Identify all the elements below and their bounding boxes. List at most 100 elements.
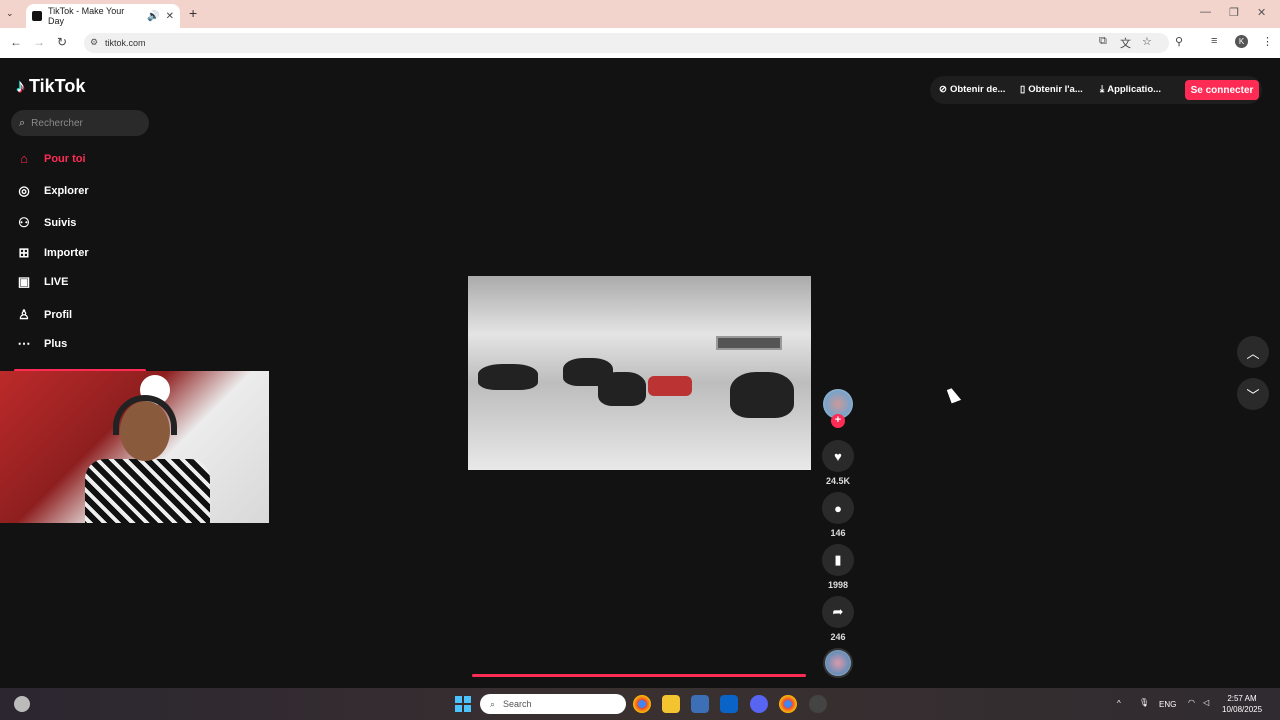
like-button[interactable]: ♥: [822, 440, 854, 472]
obs-icon[interactable]: [809, 695, 827, 713]
microphone-icon[interactable]: 🎙: [1139, 698, 1149, 707]
forward-icon[interactable]: →: [33, 35, 45, 49]
minimize-icon[interactable]: —: [1200, 6, 1211, 18]
tiktok-note-icon: ♪: [16, 76, 25, 96]
volume-icon[interactable]: ◁: [1203, 698, 1209, 707]
sidebar-item-label: Plus: [44, 338, 68, 350]
video-frame-detail: [478, 364, 538, 390]
share-arrow-icon: ➦: [832, 604, 844, 619]
home-icon: ⌂: [20, 151, 28, 166]
site-info-icon[interactable]: ⚙: [90, 37, 98, 48]
start-button[interactable]: [455, 696, 471, 712]
search-placeholder: Rechercher: [31, 117, 83, 129]
bookmark-star-icon[interactable]: ☆: [1142, 35, 1152, 48]
sidebar-item-plus[interactable]: ⋯ Plus: [16, 336, 68, 352]
follow-plus-icon[interactable]: +: [831, 414, 845, 428]
browser-tab[interactable]: TikTok - Make Your Day 🔊 ✕: [26, 4, 180, 28]
video-player[interactable]: [468, 276, 811, 470]
tab-close-icon[interactable]: ✕: [166, 11, 174, 22]
headset-icon: [113, 395, 177, 435]
sidebar-item-live[interactable]: ▣ LIVE: [16, 274, 69, 290]
upload-icon: ⊞: [18, 245, 30, 260]
search-icon: ⌕: [490, 698, 496, 709]
share-count: 246: [830, 632, 846, 642]
tiktok-favicon-icon: [32, 11, 42, 21]
comment-icon: ●: [834, 500, 842, 516]
extensions-icon[interactable]: ⚲: [1175, 35, 1183, 48]
windows-logo-icon: [455, 696, 462, 703]
download-app-label: Applicatio...: [1107, 84, 1162, 95]
chevron-down-icon: ﹀: [1246, 387, 1260, 403]
profile-icon: ♙: [18, 307, 30, 322]
tray-chevron-icon[interactable]: ^: [1117, 699, 1121, 708]
get-coins-button[interactable]: ⊘ Obtenir de...: [939, 84, 1005, 95]
save-count: 1998: [827, 580, 849, 590]
comment-count: 146: [830, 528, 846, 538]
download-icon: ⤓: [1100, 84, 1105, 95]
sidebar-item-importer[interactable]: ⊞ Importer: [16, 245, 89, 261]
get-coins-label: Obtenir de...: [949, 84, 1006, 95]
sidebar-item-label: Explorer: [44, 185, 89, 197]
sidebar-item-pour-toi[interactable]: ⌂ Pour toi: [16, 151, 86, 166]
back-icon[interactable]: ←: [10, 35, 22, 49]
chrome-active-icon[interactable]: [779, 695, 797, 713]
weather-widget-icon[interactable]: [14, 696, 30, 712]
get-app-label: Obtenir l'a...: [1028, 84, 1083, 95]
maximize-icon[interactable]: ❐: [1229, 6, 1239, 19]
outlook-icon[interactable]: [720, 695, 738, 713]
get-app-button[interactable]: ▯ Obtenir l'a...: [1020, 84, 1083, 95]
reload-icon[interactable]: ↻: [57, 35, 67, 49]
webcam-overlay: [0, 371, 269, 523]
translate-icon[interactable]: 文: [1120, 35, 1131, 51]
bookmark-icon: ▮: [834, 552, 842, 567]
system-clock[interactable]: 2:57 AM 10/08/2025: [1222, 693, 1262, 715]
media-controls-icon[interactable]: ≡: [1211, 35, 1217, 47]
tiktok-logo[interactable]: ♪ TikTok: [16, 76, 85, 97]
download-app-button[interactable]: ⤓ Applicatio...: [1100, 84, 1161, 95]
install-app-icon[interactable]: ⧉: [1099, 35, 1107, 48]
taskbar-search-placeholder: Search: [503, 699, 532, 709]
taskbar-search[interactable]: ⌕ Search: [480, 694, 626, 714]
file-explorer-icon[interactable]: [662, 695, 680, 713]
like-count: 24.5K: [825, 476, 851, 486]
url-text: tiktok.com: [105, 38, 146, 48]
sidebar-item-label: LIVE: [44, 276, 69, 288]
chevron-up-icon: ︿: [1246, 345, 1260, 361]
sidebar-item-suivis[interactable]: ⚇ Suivis: [16, 215, 76, 231]
following-icon: ⚇: [18, 215, 30, 230]
wifi-icon[interactable]: ◠: [1188, 698, 1195, 707]
speaker-icon[interactable]: 🔊: [147, 11, 159, 22]
language-indicator[interactable]: ENG: [1159, 700, 1176, 709]
search-icon: ⌕: [19, 116, 26, 129]
coin-icon: ⊘: [939, 84, 947, 95]
sidebar-item-explorer[interactable]: ◎ Explorer: [16, 183, 89, 199]
next-video-button[interactable]: ﹀: [1237, 378, 1269, 410]
previous-video-button[interactable]: ︿: [1237, 336, 1269, 368]
clock-date: 10/08/2025: [1222, 705, 1263, 714]
video-frame-detail: [730, 372, 794, 418]
save-button[interactable]: ▮: [822, 544, 854, 576]
chrome-app-icon[interactable]: [633, 695, 651, 713]
music-disc-avatar[interactable]: [823, 648, 853, 678]
comment-button[interactable]: ●: [822, 492, 854, 524]
sidebar-item-profil[interactable]: ♙ Profil: [16, 307, 72, 323]
profile-avatar[interactable]: K: [1235, 35, 1248, 48]
tab-title: TikTok - Make Your Day: [48, 6, 125, 26]
sidebar-item-label: Pour toi: [44, 152, 86, 165]
address-bar[interactable]: ⚙ tiktok.com: [84, 33, 1169, 53]
new-tab-icon[interactable]: +: [189, 5, 197, 21]
tab-search-chevron-icon[interactable]: ⌄: [6, 8, 14, 19]
compass-icon: ◎: [18, 183, 30, 198]
video-progress-bar[interactable]: [472, 674, 806, 677]
video-frame-detail: [598, 372, 646, 406]
browser-menu-icon[interactable]: ⋮: [1262, 35, 1273, 48]
window-close-icon[interactable]: ✕: [1257, 6, 1266, 19]
sidebar-item-label: Suivis: [44, 217, 77, 229]
sidebar-item-label: Importer: [44, 247, 89, 259]
discord-icon[interactable]: [750, 695, 768, 713]
search-input[interactable]: ⌕ Rechercher: [11, 110, 149, 136]
share-button[interactable]: ➦: [822, 596, 854, 628]
login-button[interactable]: Se connecter: [1185, 80, 1259, 100]
streamer-body: [85, 459, 210, 523]
store-icon[interactable]: [691, 695, 709, 713]
